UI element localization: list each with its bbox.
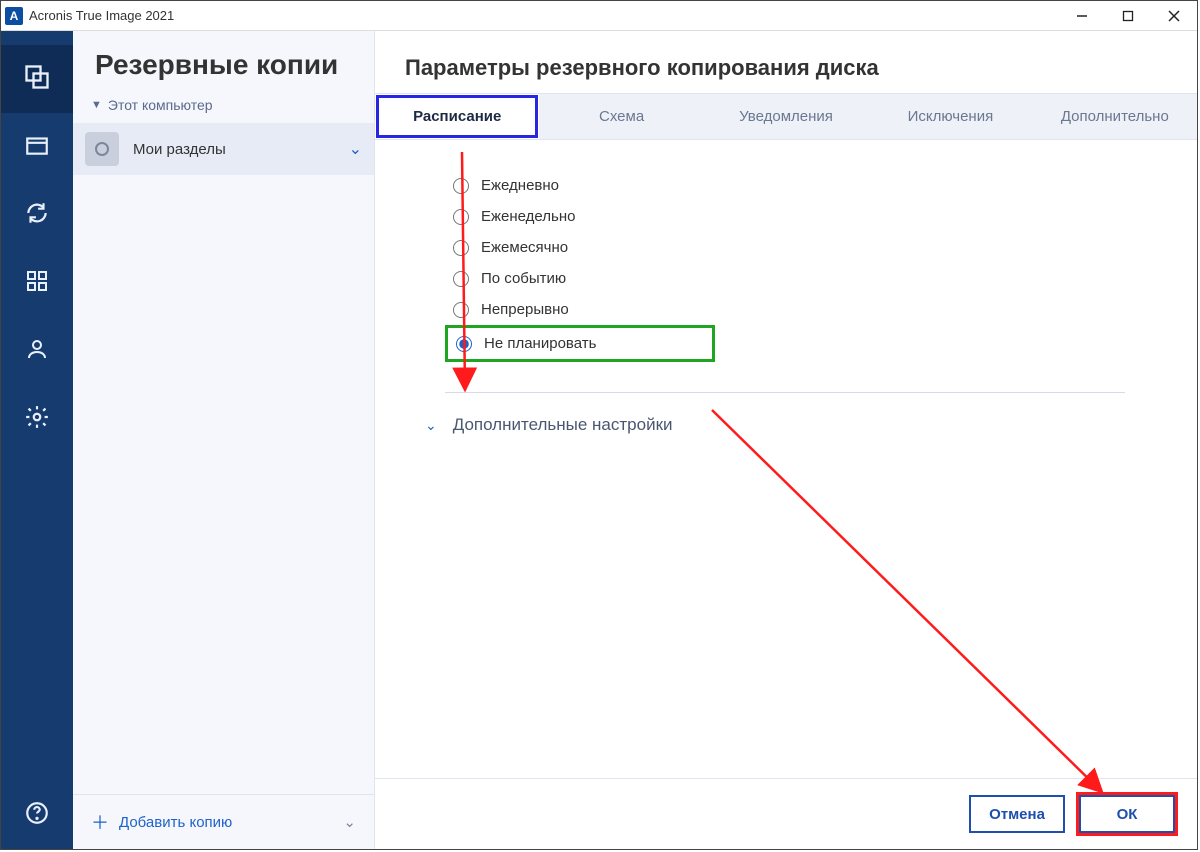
tab-notifications-label: Уведомления — [739, 108, 833, 125]
tab-notifications[interactable]: Уведомления — [704, 94, 868, 139]
cancel-button-label: Отмена — [989, 806, 1045, 823]
tab-advanced[interactable]: Дополнительно — [1033, 94, 1197, 139]
add-backup-button[interactable]: ＋ Добавить копию ⌄ — [73, 794, 374, 849]
side-nav-rail — [1, 31, 73, 849]
radio-weekly-label: Еженедельно — [481, 208, 575, 225]
chevron-down-icon: ⌄ — [425, 417, 437, 434]
radio-none-label: Не планировать — [484, 335, 596, 352]
radio-daily-label: Ежедневно — [481, 177, 559, 194]
help-icon — [24, 800, 50, 831]
options-tabs: Расписание Схема Уведомления Исключения … — [375, 93, 1197, 140]
nav-settings[interactable] — [1, 385, 73, 453]
account-icon — [25, 337, 49, 366]
radio-none[interactable]: Не планировать — [445, 325, 715, 362]
schedule-panel: Ежедневно Еженедельно Ежемесячно По собы… — [375, 140, 1197, 778]
nav-sync[interactable] — [1, 181, 73, 249]
radio-daily[interactable]: Ежедневно — [445, 170, 1147, 201]
radio-on-event-label: По событию — [481, 270, 566, 287]
nav-dashboard[interactable] — [1, 249, 73, 317]
cancel-button[interactable]: Отмена — [969, 795, 1065, 833]
grid-icon — [25, 269, 49, 298]
backup-section-title: Резервные копии — [73, 31, 374, 91]
options-footer: Отмена ОК — [375, 778, 1197, 849]
backup-item-my-partitions[interactable]: Мои разделы ⌄ — [73, 123, 374, 175]
sync-icon — [24, 200, 50, 231]
backup-group-this-computer[interactable]: ▼ Этот компьютер — [73, 91, 374, 119]
maximize-button[interactable] — [1105, 1, 1151, 31]
plus-icon: ＋ — [91, 809, 109, 835]
window-title: Acronis True Image 2021 — [29, 8, 174, 23]
ok-button-label: ОК — [1117, 806, 1138, 823]
backup-list-column: Резервные копии ▼ Этот компьютер Мои раз… — [73, 31, 375, 849]
add-backup-label: Добавить копию — [119, 814, 232, 831]
minimize-button[interactable] — [1059, 1, 1105, 31]
window-titlebar: A Acronis True Image 2021 — [1, 1, 1197, 31]
advanced-settings-expander[interactable]: ⌄ Дополнительные настройки — [425, 415, 1147, 435]
close-button[interactable] — [1151, 1, 1197, 31]
tab-exclusions[interactable]: Исключения — [868, 94, 1032, 139]
radio-on-event[interactable]: По событию — [445, 263, 1147, 294]
schedule-radio-group: Ежедневно Еженедельно Ежемесячно По собы… — [445, 170, 1147, 362]
nav-archive[interactable] — [1, 113, 73, 181]
tab-schedule[interactable]: Расписание — [375, 94, 539, 139]
chevron-down-icon: ⌄ — [349, 139, 362, 159]
app-icon: A — [5, 7, 23, 25]
archive-icon — [24, 132, 50, 163]
radio-nonstop[interactable]: Непрерывно — [445, 294, 1147, 325]
advanced-settings-label: Дополнительные настройки — [453, 415, 673, 435]
disk-icon — [85, 132, 119, 166]
tab-advanced-label: Дополнительно — [1061, 108, 1169, 125]
backup-copies-icon — [23, 63, 51, 96]
options-content: Параметры резервного копирования диска Р… — [375, 31, 1197, 849]
tab-scheme[interactable]: Схема — [539, 94, 703, 139]
radio-nonstop-label: Непрерывно — [481, 301, 569, 318]
chevron-down-icon: ⌄ — [343, 813, 356, 831]
ok-button[interactable]: ОК — [1079, 795, 1175, 833]
gear-icon — [24, 404, 50, 435]
backup-item-label: Мои разделы — [133, 141, 349, 158]
divider — [445, 392, 1125, 393]
tab-scheme-label: Схема — [599, 108, 644, 125]
nav-backup[interactable] — [1, 45, 73, 113]
nav-help[interactable] — [1, 781, 73, 849]
backup-group-label: Этот компьютер — [108, 97, 213, 113]
nav-account[interactable] — [1, 317, 73, 385]
options-heading: Параметры резервного копирования диска — [375, 31, 1197, 93]
tab-schedule-label: Расписание — [413, 108, 501, 125]
caret-down-icon: ▼ — [91, 99, 102, 111]
radio-monthly[interactable]: Ежемесячно — [445, 232, 1147, 263]
tab-exclusions-label: Исключения — [908, 108, 994, 125]
radio-monthly-label: Ежемесячно — [481, 239, 568, 256]
radio-weekly[interactable]: Еженедельно — [445, 201, 1147, 232]
